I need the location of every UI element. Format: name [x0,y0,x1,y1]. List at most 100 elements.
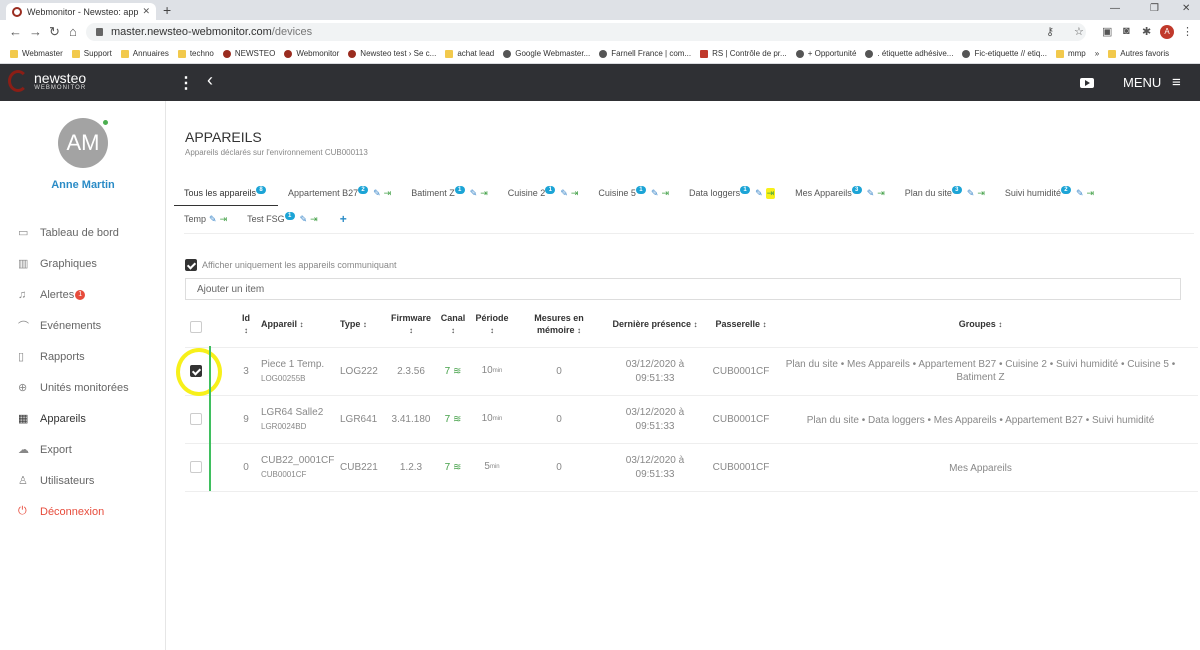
bookmark-item[interactable]: Webmonitor [284,49,339,58]
bookmark-item[interactable]: mmp [1055,49,1086,58]
sidebar-item[interactable]: ⏻ Déconnexion [18,496,129,527]
table-row[interactable]: 0 CUB22_0001CF CUB0001CF CUB221 1.2.3 7 ≋ 5min… [185,444,1198,492]
header-last-seen[interactable]: Dernière présence ↕ [605,318,705,331]
user-name[interactable]: Anne Martin [0,179,166,191]
sidebar-item[interactable]: ▦ Appareils [18,403,129,434]
chevron-left-icon[interactable]: ‹ [207,70,213,91]
youtube-icon[interactable] [1080,78,1094,88]
browser-tab[interactable]: Webmonitor - Newsteo: applicati ✕ [6,3,156,20]
menu-label[interactable]: MENU [1123,75,1161,90]
sidebar-item[interactable]: ▯ Rapports [18,341,129,372]
header-type[interactable]: Type ↕ [340,318,385,331]
star-icon[interactable]: ☆ [1074,25,1084,38]
pencil-icon[interactable]: ✎ [373,188,381,199]
row-checkbox[interactable] [190,413,202,425]
export-icon[interactable]: ⇥ [220,214,228,225]
export-icon[interactable]: ⇥ [310,214,318,225]
bookmark-item[interactable]: Webmaster [10,49,63,58]
bookmark-item[interactable]: NEWSTEO [222,49,275,58]
group-tab[interactable]: Temp ✎ ⇥ [174,206,237,232]
pencil-icon[interactable]: ✎ [651,188,659,199]
pencil-icon[interactable]: ✎ [300,214,308,225]
bookmark-item[interactable]: achat lead [445,49,494,58]
pencil-icon[interactable]: ✎ [560,188,568,199]
pencil-icon[interactable]: ✎ [209,214,217,225]
bookmark-item[interactable]: Annuaires [120,49,169,58]
select-all-checkbox[interactable] [190,321,202,333]
pencil-icon[interactable]: ✎ [755,188,763,199]
close-icon[interactable]: ✕ [142,6,150,17]
more-menu-icon[interactable]: ⋮ [1182,25,1193,38]
maximize-icon[interactable]: ❐ [1150,3,1159,14]
group-tab[interactable]: Plan du site 3 ✎ ⇥ [895,180,995,206]
group-tab[interactable]: Cuisine 5 1 ✎ ⇥ [588,180,679,206]
minimize-icon[interactable]: — [1110,3,1120,14]
bookmark-item[interactable]: RS | Contrôle de pr... [700,49,787,58]
export-icon[interactable]: ⇥ [765,187,776,199]
forward-arrow-icon[interactable]: → [29,24,42,39]
table-row[interactable]: 9 LGR64 Salle2 LGR0024BD LGR641 3.41.180 7 ≋ 1… [185,396,1198,444]
home-icon[interactable]: ⌂ [69,24,77,39]
export-icon[interactable]: ⇥ [1087,188,1095,199]
reload-icon[interactable]: ↻ [49,24,60,40]
avatar[interactable]: AM [58,118,108,168]
group-tab[interactable]: Data loggers 1 ✎ ⇥ [679,180,785,206]
header-memory[interactable]: Mesures en mémoire ↕ [529,312,589,337]
back-arrow-icon[interactable]: ← [9,24,22,39]
add-item-input[interactable]: Ajouter un item [185,278,1181,300]
extension-icon[interactable]: ▣ [1102,25,1112,38]
export-icon[interactable]: ⇥ [571,188,579,199]
communicating-checkbox[interactable] [185,259,197,271]
group-tab[interactable]: Tous les appareils 8 [174,180,279,206]
header-channel[interactable]: Canal ↕ [438,312,468,337]
sidebar-item[interactable]: ▭ Tableau de bord [18,217,129,248]
header-firmware[interactable]: Firmware ↕ [385,312,437,337]
group-tab[interactable]: Mes Appareils 3 ✎ ⇥ [785,180,895,206]
address-bar[interactable]: master.newsteo-webmonitor.com/devices [86,23,1086,41]
new-tab-icon[interactable]: + [163,2,171,18]
group-tab[interactable]: Suivi humidité 2 ✎ ⇥ [995,180,1104,206]
group-tab[interactable]: Cuisine 2 1 ✎ ⇥ [498,180,589,206]
group-tab[interactable]: Test FSG 1 ✎ ⇥ [237,206,328,232]
export-icon[interactable]: ⇥ [384,188,392,199]
group-tab[interactable]: Appartement B27 2 ✎ ⇥ [278,180,401,206]
bookmark-item[interactable]: Fic-etiquette // etiq... [962,49,1047,58]
bookmark-item[interactable]: Google Webmaster... [503,49,590,58]
header-groups[interactable]: Groupes ↕ [778,318,1183,331]
kebab-menu-icon[interactable]: ⋮ [178,73,194,93]
export-icon[interactable]: ⇥ [977,188,985,199]
pencil-icon[interactable]: ✎ [967,188,975,199]
bookmark-item[interactable]: + Opportunité [795,49,856,58]
bookmark-item[interactable]: Support [71,49,112,58]
sidebar-item[interactable]: ♫ Alertes 1 [18,279,129,310]
bookmark-item[interactable]: Autres favoris [1108,49,1169,58]
bookmark-item[interactable]: Farnell France | com... [599,49,691,58]
group-tab[interactable]: Batiment Z 1 ✎ ⇥ [401,180,498,206]
pencil-icon[interactable]: ✎ [1076,188,1084,199]
profile-avatar[interactable]: A [1160,25,1174,39]
bookmark-item[interactable]: » [1095,49,1099,58]
export-icon[interactable]: ⇥ [662,188,670,199]
communicating-filter[interactable]: Afficher uniquement les appareils commun… [185,259,396,271]
hamburger-icon[interactable]: ≡ [1172,74,1181,91]
sidebar-item[interactable]: ⌒ Evénements [18,310,129,341]
header-period[interactable]: Période ↕ [470,312,514,337]
pencil-icon[interactable]: ✎ [867,188,875,199]
puzzle-icon[interactable]: ✱ [1142,25,1151,38]
header-device[interactable]: Appareil ↕ [261,318,331,331]
sidebar-item[interactable]: ▥ Graphiques [18,248,129,279]
window-close-icon[interactable]: ✕ [1182,3,1190,14]
export-icon[interactable]: ⇥ [877,188,885,199]
row-checkbox[interactable] [190,461,202,473]
sidebar-item[interactable]: ⊕ Unités monitorées [18,372,129,403]
pocket-icon[interactable]: ◙ [1123,25,1130,37]
add-group-icon[interactable]: + [328,212,359,226]
header-id[interactable]: Id ↕ [239,312,253,337]
header-gateway[interactable]: Passerelle ↕ [711,318,771,331]
bookmark-item[interactable]: techno [177,49,214,58]
pencil-icon[interactable]: ✎ [470,188,478,199]
newsteo-logo[interactable]: newsteo WEBMONITOR [8,70,86,92]
bookmark-item[interactable]: Newsteo test › Se c... [348,49,436,58]
table-row[interactable]: 3 Piece 1 Temp. LOG00255B LOG222 2.3.56 7 ≋ 10… [185,348,1198,396]
key-icon[interactable]: ⚷ [1046,25,1054,38]
